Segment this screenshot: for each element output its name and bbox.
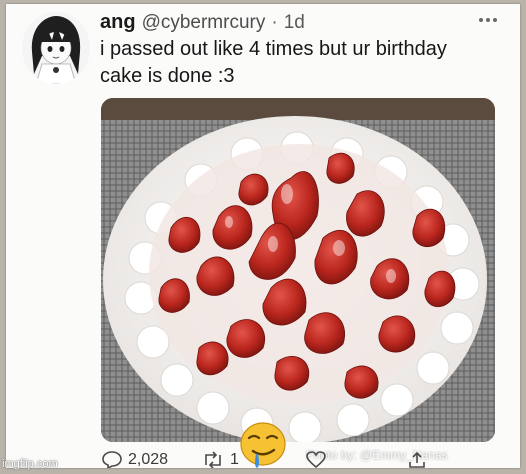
separator-dot: · bbox=[271, 12, 278, 33]
like-button[interactable] bbox=[306, 451, 326, 468]
strawberry-cake-image bbox=[101, 98, 495, 442]
reply-icon bbox=[102, 451, 122, 468]
tweet-header: ang @cybermrcury · 1d bbox=[100, 11, 305, 33]
user-handle[interactable]: @cybermrcury bbox=[142, 12, 266, 34]
more-dots-icon[interactable] bbox=[478, 16, 498, 24]
reply-count: 2,028 bbox=[128, 451, 169, 468]
anime-girl-avatar-icon bbox=[22, 12, 90, 84]
tweet-text: i passed out like 4 times but ur birthda… bbox=[100, 36, 500, 90]
tweet-card: ang @cybermrcury · 1d i passed out like … bbox=[6, 4, 520, 468]
avatar[interactable] bbox=[22, 12, 90, 84]
share-icon bbox=[409, 451, 425, 468]
like-icon bbox=[306, 451, 326, 468]
share-button[interactable] bbox=[408, 451, 426, 468]
site-watermark: imgflip.com bbox=[2, 458, 58, 470]
drooling-face-emoji-icon bbox=[240, 422, 286, 468]
retweet-icon bbox=[205, 451, 221, 468]
display-name[interactable]: ang bbox=[100, 11, 136, 34]
tweet-text-line: i passed out like 4 times but ur birthda… bbox=[100, 38, 447, 60]
tweet-actions: 2,028 1 bbox=[102, 450, 502, 468]
timestamp[interactable]: 1d bbox=[284, 12, 305, 34]
tweet-photo[interactable] bbox=[101, 98, 495, 442]
reply-button[interactable]: 2,028 bbox=[102, 451, 202, 468]
tweet-text-line: cake is done :3 bbox=[100, 65, 235, 87]
